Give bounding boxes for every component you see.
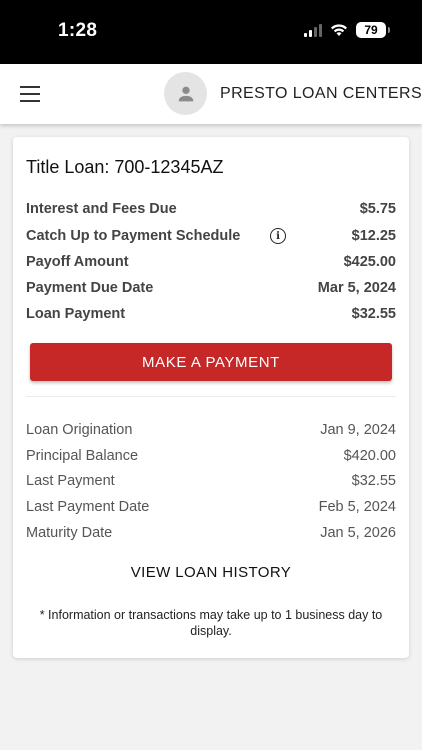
summary-label: Loan Payment <box>26 306 126 322</box>
app-header: PRESTO LOAN CENTERS <box>0 64 422 124</box>
detail-value: Jan 5, 2026 <box>320 525 396 541</box>
loan-card: Title Loan: 700-12345AZ Interest and Fee… <box>13 137 409 658</box>
status-icons: 79 <box>304 22 390 38</box>
summary-label: Interest and Fees Due <box>26 201 177 217</box>
detail-value: Jan 9, 2024 <box>320 422 396 438</box>
summary-label: Catch Up to Payment Schedule <box>26 228 241 244</box>
detail-label: Principal Balance <box>26 448 139 464</box>
detail-row-last-payment: Last Payment $32.55 <box>26 471 396 491</box>
summary-row-catch-up: Catch Up to Payment Schedule i $12.25 <box>26 226 396 246</box>
detail-value: $420.00 <box>343 448 396 464</box>
header-title: PRESTO LOAN CENTERS <box>220 85 422 102</box>
detail-label: Maturity Date <box>26 525 113 541</box>
battery-icon: 79 <box>356 22 390 38</box>
detail-label: Loan Origination <box>26 422 133 438</box>
status-time: 1:28 <box>58 20 98 41</box>
summary-row-loan-payment: Loan Payment $32.55 <box>26 304 396 324</box>
summary-value: $5.75 <box>359 201 396 217</box>
summary-row-interest-fees: Interest and Fees Due $5.75 <box>26 199 396 219</box>
summary-label: Payment Due Date <box>26 280 154 296</box>
detail-row-principal: Principal Balance $420.00 <box>26 446 396 466</box>
divider <box>26 396 396 397</box>
detail-value: $32.55 <box>351 473 396 489</box>
disclaimer-text: * Information or transactions may take u… <box>39 608 383 638</box>
make-payment-button[interactable]: MAKE A PAYMENT <box>30 343 392 381</box>
info-icon[interactable]: i <box>270 228 286 244</box>
avatar[interactable] <box>164 72 207 115</box>
summary-row-due-date: Payment Due Date Mar 5, 2024 <box>26 278 396 298</box>
wifi-icon <box>331 24 347 36</box>
summary-value: Mar 5, 2024 <box>317 280 396 296</box>
loan-title: Title Loan: 700-12345AZ <box>26 157 224 177</box>
summary-value: $12.25 <box>351 228 396 244</box>
summary-label: Payoff Amount <box>26 254 129 270</box>
summary-row-payoff: Payoff Amount $425.00 <box>26 252 396 272</box>
status-bar: 1:28 79 <box>0 0 422 64</box>
detail-row-maturity: Maturity Date Jan 5, 2026 <box>26 523 396 543</box>
hamburger-menu-icon[interactable] <box>20 86 40 102</box>
summary-value: $32.55 <box>351 306 396 322</box>
cellular-signal-icon <box>304 23 322 37</box>
view-loan-history-link[interactable]: VIEW LOAN HISTORY <box>13 564 409 581</box>
detail-label: Last Payment <box>26 473 115 489</box>
detail-label: Last Payment Date <box>26 499 150 515</box>
detail-value: Feb 5, 2024 <box>318 499 396 515</box>
detail-row-origination: Loan Origination Jan 9, 2024 <box>26 420 396 440</box>
detail-row-last-payment-date: Last Payment Date Feb 5, 2024 <box>26 497 396 517</box>
summary-value: $425.00 <box>343 254 396 270</box>
person-icon <box>178 86 193 101</box>
